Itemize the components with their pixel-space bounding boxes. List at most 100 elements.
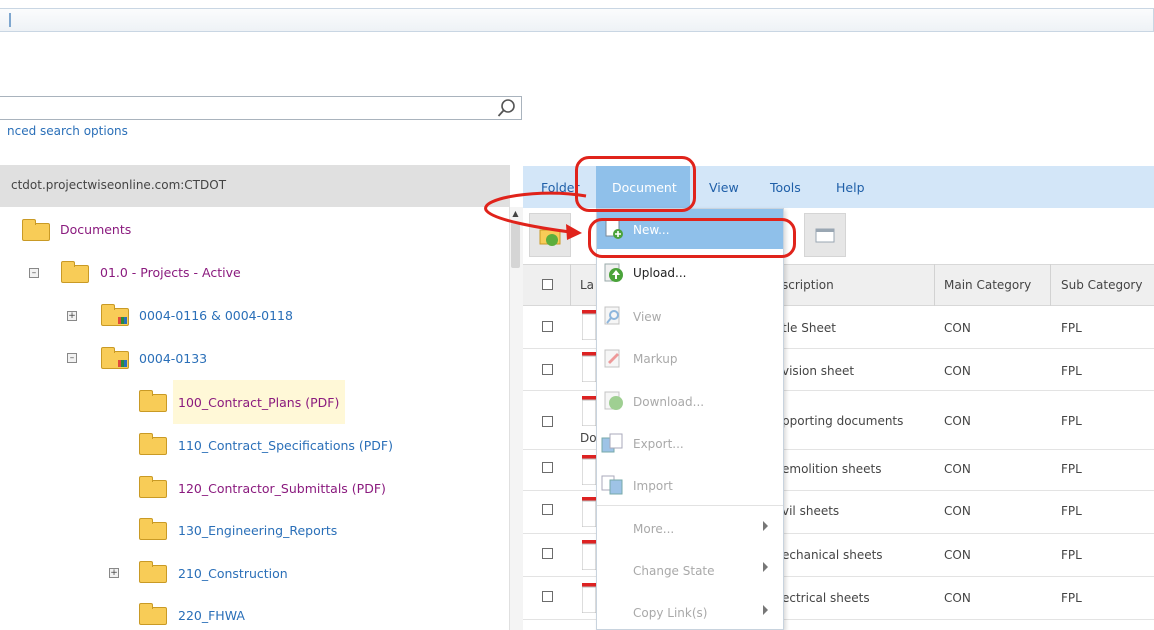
tree-item-projects-active[interactable]: 01.0 - Projects - Active <box>100 265 241 280</box>
view-icon <box>604 306 620 325</box>
tree-item-0004-0133[interactable]: 0004-0133 <box>139 351 207 366</box>
annotation-oval-new <box>588 218 796 258</box>
collapse-icon[interactable]: – <box>67 353 77 363</box>
select-all-checkbox[interactable] <box>542 279 553 290</box>
project-folder-icon <box>101 347 129 369</box>
pdf-document-icon <box>582 310 596 340</box>
search-icon[interactable] <box>497 98 517 118</box>
pdf-document-icon <box>582 540 596 570</box>
menu-tools[interactable]: Tools <box>770 180 801 195</box>
row-sub-category: FPL <box>1061 504 1082 518</box>
markup-icon <box>604 349 620 368</box>
search-input[interactable] <box>0 96 522 120</box>
row-description: vil sheets <box>782 504 840 518</box>
submenu-arrow-icon <box>763 521 768 531</box>
column-header-label[interactable]: La <box>580 278 594 292</box>
pdf-document-icon <box>582 497 596 527</box>
tree-item-construction[interactable]: 210_Construction <box>178 566 288 581</box>
row-description: pporting documents <box>782 414 904 428</box>
menu-help[interactable]: Help <box>836 180 865 195</box>
row-sub-category: FPL <box>1061 548 1082 562</box>
menu-item-upload[interactable]: Upload... <box>633 266 687 280</box>
row-checkbox[interactable] <box>542 591 553 602</box>
row-sub-category: FPL <box>1061 462 1082 476</box>
tree-item-0004-0116[interactable]: 0004-0116 & 0004-0118 <box>139 308 293 323</box>
row-checkbox[interactable] <box>542 364 553 375</box>
column-header-main-category[interactable]: Main Category <box>944 278 1031 292</box>
pdf-document-icon <box>582 396 596 426</box>
pdf-document-icon <box>582 583 596 613</box>
tree-item-engineering-reports[interactable]: 130_Engineering_Reports <box>178 523 337 538</box>
row-description: vision sheet <box>782 364 855 378</box>
row-main-category: CON <box>944 462 971 476</box>
expand-icon[interactable]: + <box>109 568 119 578</box>
row-description: emolition sheets <box>782 462 882 476</box>
row-checkbox[interactable] <box>542 548 553 559</box>
text-cursor <box>9 13 11 27</box>
submenu-arrow-icon <box>763 562 768 572</box>
truncated-label-text: Do <box>580 431 597 445</box>
column-separator <box>934 264 935 306</box>
column-header-sub-category[interactable]: Sub Category <box>1061 278 1142 292</box>
tree-scrollbar[interactable] <box>509 207 523 630</box>
menu-item-more[interactable]: More... <box>633 522 674 536</box>
row-checkbox[interactable] <box>542 321 553 332</box>
folder-icon <box>139 476 167 498</box>
pdf-document-icon <box>582 352 596 382</box>
row-main-category: CON <box>944 414 971 428</box>
menu-item-export[interactable]: Export... <box>633 437 684 451</box>
export-icon <box>601 433 623 453</box>
tree-item-contract-plans[interactable]: 100_Contract_Plans (PDF) <box>178 395 339 410</box>
submenu-arrow-icon <box>763 605 768 615</box>
row-checkbox[interactable] <box>542 462 553 473</box>
row-description: tle Sheet <box>782 321 836 335</box>
folder-icon <box>139 390 167 412</box>
datasource-label: ctdot.projectwiseonline.com:CTDOT <box>11 178 227 192</box>
top-address-bar <box>0 8 1154 32</box>
folder-properties-icon <box>815 228 835 243</box>
import-icon <box>601 475 623 495</box>
row-description: ectrical sheets <box>782 591 870 605</box>
menu-item-copy-links[interactable]: Copy Link(s) <box>633 606 707 620</box>
menu-item-import[interactable]: Import <box>633 479 673 493</box>
row-main-category: CON <box>944 364 971 378</box>
row-main-category: CON <box>944 504 971 518</box>
folder-icon <box>139 433 167 455</box>
column-separator <box>570 264 571 306</box>
row-checkbox[interactable] <box>542 504 553 515</box>
folder-icon <box>22 219 50 241</box>
collapse-icon[interactable]: – <box>29 268 39 278</box>
row-sub-category: FPL <box>1061 321 1082 335</box>
advanced-search-link[interactable]: nced search options <box>7 124 128 138</box>
tree-item-documents[interactable]: Documents <box>60 222 131 237</box>
menu-item-view[interactable]: View <box>633 310 661 324</box>
download-icon <box>604 391 623 410</box>
tree-item-contractor-submittals[interactable]: 120_Contractor_Submittals (PDF) <box>178 481 386 496</box>
row-main-category: CON <box>944 591 971 605</box>
row-main-category: CON <box>944 321 971 335</box>
row-sub-category: FPL <box>1061 591 1082 605</box>
annotation-arrow <box>484 191 587 240</box>
row-description: echanical sheets <box>782 548 883 562</box>
row-checkbox[interactable] <box>542 416 553 427</box>
column-header-description[interactable]: scription <box>782 278 834 292</box>
tree-item-contract-specifications[interactable]: 110_Contract_Specifications (PDF) <box>178 438 393 453</box>
folder-properties-button[interactable] <box>804 213 846 257</box>
row-sub-category: FPL <box>1061 414 1082 428</box>
menu-item-change-state[interactable]: Change State <box>633 564 715 578</box>
folder-icon <box>139 518 167 540</box>
row-sub-category: FPL <box>1061 364 1082 378</box>
menu-item-download[interactable]: Download... <box>633 395 704 409</box>
column-separator <box>1050 264 1051 306</box>
row-main-category: CON <box>944 548 971 562</box>
menu-separator <box>597 505 783 506</box>
pdf-document-icon <box>582 455 596 485</box>
folder-icon <box>139 603 167 625</box>
folder-icon <box>139 561 167 583</box>
folder-icon <box>61 261 89 283</box>
upload-icon <box>604 263 623 282</box>
menu-item-markup[interactable]: Markup <box>633 352 677 366</box>
tree-item-fhwa[interactable]: 220_FHWA <box>178 608 245 623</box>
expand-icon[interactable]: + <box>67 311 77 321</box>
menu-view[interactable]: View <box>709 180 739 195</box>
